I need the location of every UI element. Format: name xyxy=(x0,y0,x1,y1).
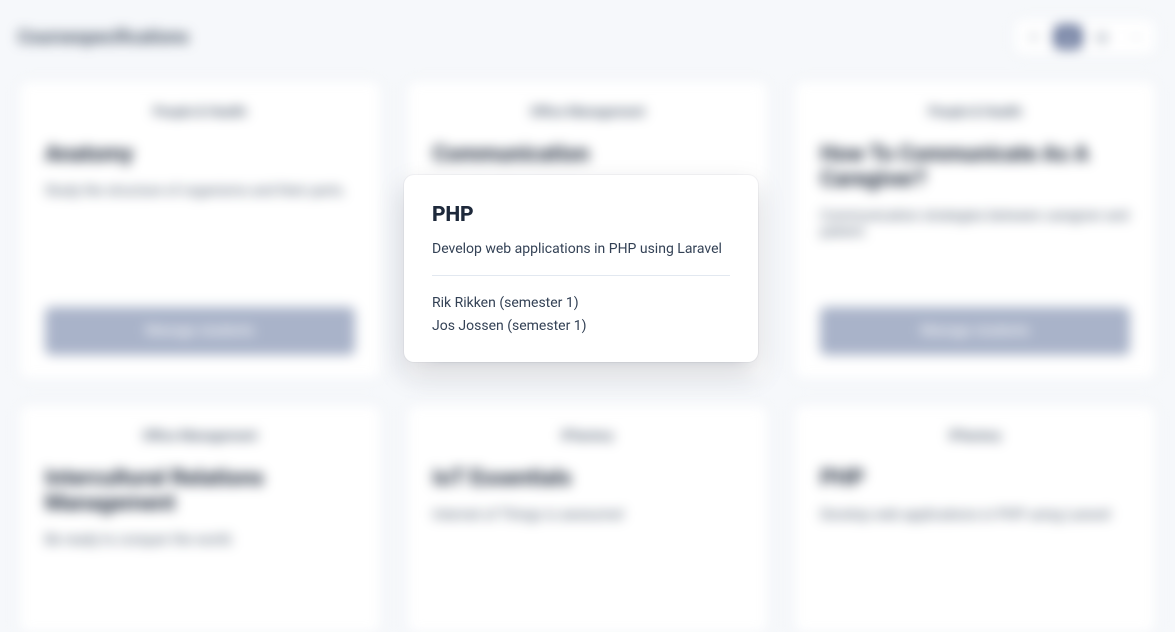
course-description: Internet of Things is awesome! xyxy=(433,507,743,523)
course-title: Communication xyxy=(433,142,743,167)
course-category: Office Management xyxy=(530,105,645,120)
grid-icon[interactable]: ▦ xyxy=(1054,25,1082,49)
header-bar: Coursespecifications ≡ ▦ ▤ ⋯ xyxy=(18,18,1157,56)
course-category: People & Health xyxy=(928,105,1021,120)
course-category: People & Health xyxy=(153,105,246,120)
popover-person: Rik Rikken (semester 1) xyxy=(432,292,730,315)
course-description: Study the structure of organisms and the… xyxy=(45,183,355,199)
course-card[interactable]: IFfactory IoT Essentials Internet of Thi… xyxy=(406,404,770,632)
manage-students-button[interactable]: Manage students xyxy=(820,307,1130,355)
course-description: Communication strategies between caregiv… xyxy=(820,208,1130,240)
course-category: IFfactory xyxy=(561,429,613,444)
rows-icon[interactable]: ▤ xyxy=(1088,25,1116,49)
course-description: Develop web applications in PHP using La… xyxy=(820,507,1130,523)
popover-title: PHP xyxy=(432,203,730,227)
page-title: Coursespecifications xyxy=(18,27,189,48)
page-root: Coursespecifications ≡ ▦ ▤ ⋯ People & He… xyxy=(0,0,1175,632)
course-description: Be ready to conquer the world. xyxy=(45,532,355,548)
course-category: IFfactory xyxy=(949,429,1001,444)
course-detail-popover[interactable]: PHP Develop web applications in PHP usin… xyxy=(404,175,758,362)
course-card[interactable]: Office Management Intercultural Relation… xyxy=(18,404,382,632)
popover-description: Develop web applications in PHP using La… xyxy=(432,241,730,276)
course-title: PHP xyxy=(820,466,1130,491)
course-card[interactable]: People & Health How To Communicate As A … xyxy=(793,80,1157,380)
course-category: Office Management xyxy=(142,429,257,444)
course-card[interactable]: People & Health Anatomy Study the struct… xyxy=(18,80,382,380)
manage-students-button[interactable]: Manage students xyxy=(45,307,355,355)
course-title: How To Communicate As A Caregiver? xyxy=(820,142,1130,192)
popover-person: Jos Jossen (semester 1) xyxy=(432,315,730,338)
course-title: Intercultural Relations Management xyxy=(45,466,355,516)
course-title: Anatomy xyxy=(45,142,355,167)
list-icon[interactable]: ≡ xyxy=(1020,25,1048,49)
course-card[interactable]: IFfactory PHP Develop web applications i… xyxy=(793,404,1157,632)
view-toggle[interactable]: ≡ ▦ ▤ ⋯ xyxy=(1013,18,1157,56)
course-title: IoT Essentials xyxy=(433,466,743,491)
more-icon[interactable]: ⋯ xyxy=(1122,25,1150,49)
